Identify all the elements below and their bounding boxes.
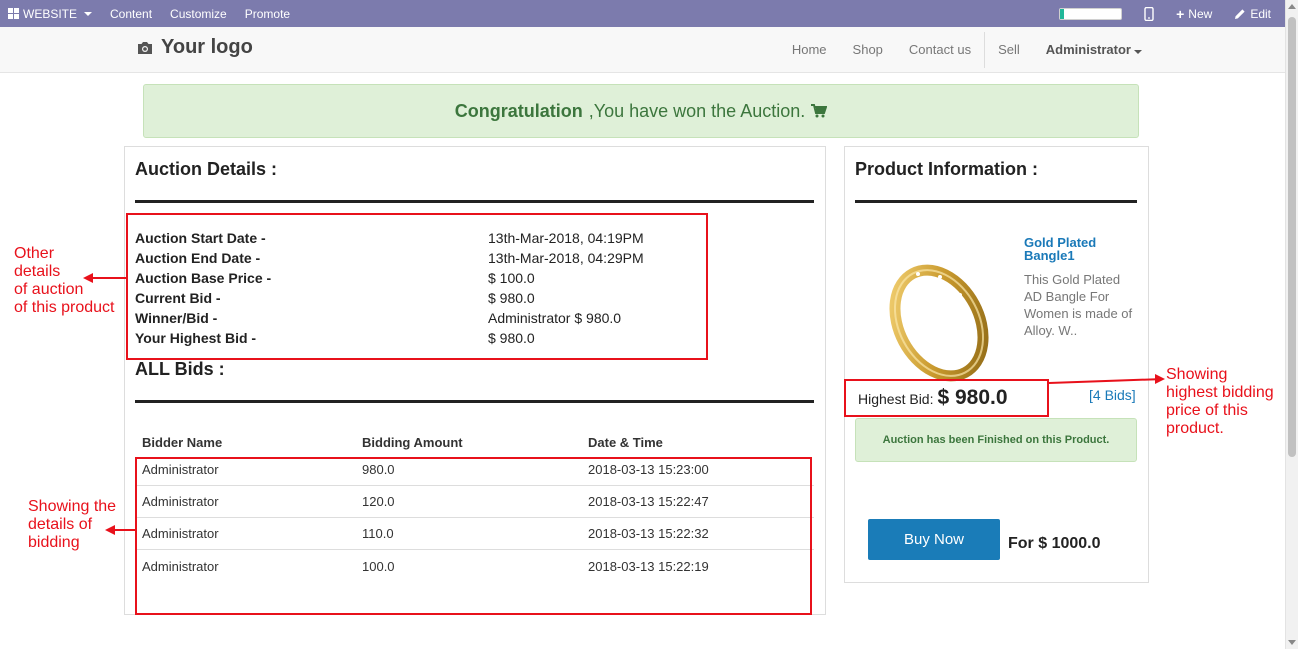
alert-text: ,You have won the Auction. [588,100,806,121]
bidding-annotation: Showing the details of bidding [28,498,116,552]
mobile-icon [1144,6,1154,21]
annotation-line: highest bidding [1166,384,1274,401]
column-header: Date & Time [588,435,663,450]
price-annotation: Showing highest bidding price of this pr… [1166,366,1274,438]
annotation-line: details of [28,516,93,533]
auction-won-alert: Congratulation ,You have won the Auction… [143,84,1139,138]
bids-table-header: Bidder Name Bidding Amount Date & Time [136,432,814,454]
scroll-up-icon[interactable] [1288,4,1296,9]
auction-details-title: Auction Details : [135,159,278,179]
site-logo[interactable]: Your logo [137,36,253,59]
progress-fill [1060,8,1065,19]
scroll-down-icon[interactable] [1288,640,1296,645]
all-bids-title: ALL Bids : [135,359,225,379]
pencil-icon [1235,8,1245,19]
annotation-line: Other [14,245,55,262]
logo-text: Your logo [161,36,253,58]
arrow-right-icon [1155,374,1165,384]
edit-button[interactable]: Edit [1234,7,1271,21]
page-scrollbar[interactable] [1285,0,1298,649]
annotation-line: bidding [28,534,80,551]
annotation-line: details [14,263,61,280]
annotation-line: of auction [14,281,84,298]
product-image[interactable] [880,255,998,385]
bids-count-link[interactable]: [4 Bids] [1089,387,1136,403]
annotation-line: Showing the [28,498,117,515]
admin-bar: WEBSITE Content Customize Promote + New … [0,0,1285,27]
auction-finished-alert: Auction has been Finished on this Produc… [855,418,1137,462]
website-menu[interactable]: WEBSITE [8,6,93,21]
plus-icon: + [1176,5,1185,22]
annotation-line: product. [1166,420,1224,437]
annotation-line: of this product [14,299,115,316]
bids-divider [135,400,814,403]
product-info-title: Product Information : [855,159,1038,179]
main-navbar: Your logo Home Shop Contact us Sell Admi… [0,27,1285,73]
details-highlight-box [126,213,708,360]
website-menu-label: WEBSITE [23,6,78,21]
edit-label: Edit [1250,6,1271,21]
cart-icon [811,104,828,118]
annotation-line: price of this [1166,402,1248,419]
user-name: Administrator [1045,42,1131,57]
product-name-link[interactable]: Gold Plated Bangle1 [1024,236,1134,262]
publish-progress-bar [1059,7,1123,20]
annotation-line: Showing [1166,366,1228,383]
mobile-preview-button[interactable] [1144,6,1154,21]
scroll-thumb[interactable] [1288,17,1296,457]
caret-down-icon [1134,50,1142,54]
highest-bid-highlight-box [844,379,1049,417]
nav-links: Home Shop Contact us Sell Administrator [779,27,1155,72]
nav-sell[interactable]: Sell [985,42,1033,57]
details-annotation: Other details of auction of this product [14,245,115,317]
promote-menu[interactable]: Promote [245,7,290,21]
product-description: This Gold Plated AD Bangle For Women is … [1024,272,1133,338]
caret-down-icon [84,11,93,16]
product-title-divider [855,200,1137,203]
nav-contact-us[interactable]: Contact us [896,42,984,57]
column-header: Bidding Amount [362,435,463,450]
bids-arrow-line [115,529,135,531]
new-label: New [1188,6,1213,21]
buy-price: For $ 1000.0 [1008,535,1101,552]
column-header: Bidder Name [142,435,223,450]
camera-icon [138,41,152,54]
nav-home[interactable]: Home [779,42,840,57]
customize-menu[interactable]: Customize [170,7,227,21]
user-menu[interactable]: Administrator [1033,42,1155,57]
title-divider [135,200,814,203]
apps-grid-icon [8,8,19,19]
buy-now-button[interactable]: Buy Now [868,519,1000,560]
alert-strong: Congratulation [454,100,583,121]
content-menu[interactable]: Content [110,7,152,21]
new-button[interactable]: + New [1176,6,1212,22]
nav-shop[interactable]: Shop [840,42,896,57]
bids-highlight-box [135,457,812,615]
